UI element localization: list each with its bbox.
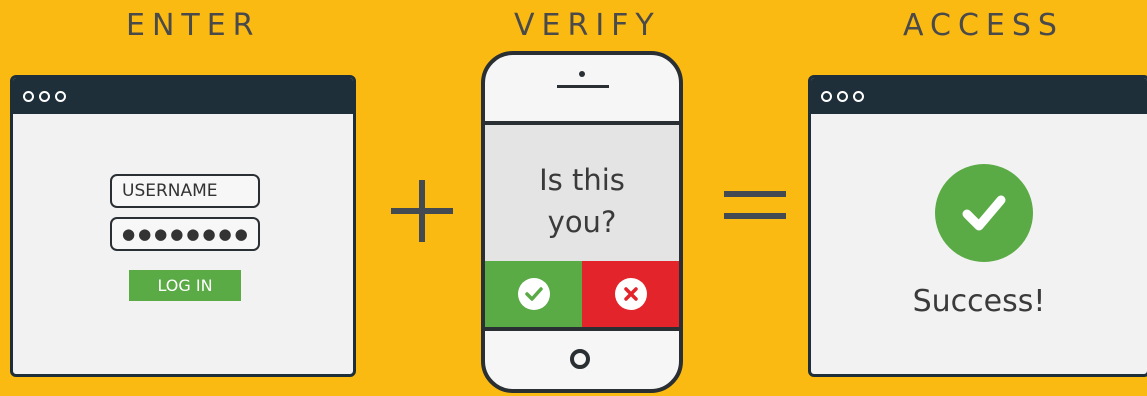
phone-screen: Is this you? — [485, 121, 679, 331]
window-titlebar — [811, 78, 1147, 114]
success-message: Success! — [912, 284, 1046, 319]
phone-home-button — [570, 349, 590, 369]
window-dot-icon — [821, 90, 832, 102]
window-dot-icon — [837, 90, 848, 102]
window-dot-icon — [39, 90, 50, 102]
deny-button[interactable] — [582, 261, 679, 327]
login-button[interactable]: LOG IN — [129, 270, 241, 301]
password-field[interactable]: ●●●●●●●● — [110, 217, 260, 251]
check-circle-icon — [935, 164, 1033, 262]
username-field[interactable]: USERNAME — [110, 174, 260, 208]
phone-speaker-icon — [557, 85, 609, 88]
step-title-access: ACCESS — [903, 8, 1064, 43]
access-window: Success! — [808, 75, 1147, 377]
window-titlebar — [13, 78, 353, 114]
equals-icon — [724, 191, 786, 219]
x-icon — [614, 278, 647, 310]
approve-button[interactable] — [485, 261, 582, 327]
phone-camera-icon — [579, 71, 585, 77]
window-dot-icon — [23, 90, 34, 102]
verification-prompt: Is this you? — [485, 159, 679, 243]
plus-icon — [391, 180, 453, 242]
step-title-enter: ENTER — [126, 8, 261, 43]
check-icon — [517, 278, 550, 310]
prompt-line-1: Is this — [539, 163, 625, 197]
window-dot-icon — [853, 90, 864, 102]
step-title-verify: VERIFY — [514, 8, 661, 43]
window-dot-icon — [55, 90, 66, 102]
phone: Is this you? — [481, 51, 683, 393]
prompt-line-2: you? — [547, 205, 617, 239]
login-window: USERNAME ●●●●●●●● LOG IN — [10, 75, 356, 377]
